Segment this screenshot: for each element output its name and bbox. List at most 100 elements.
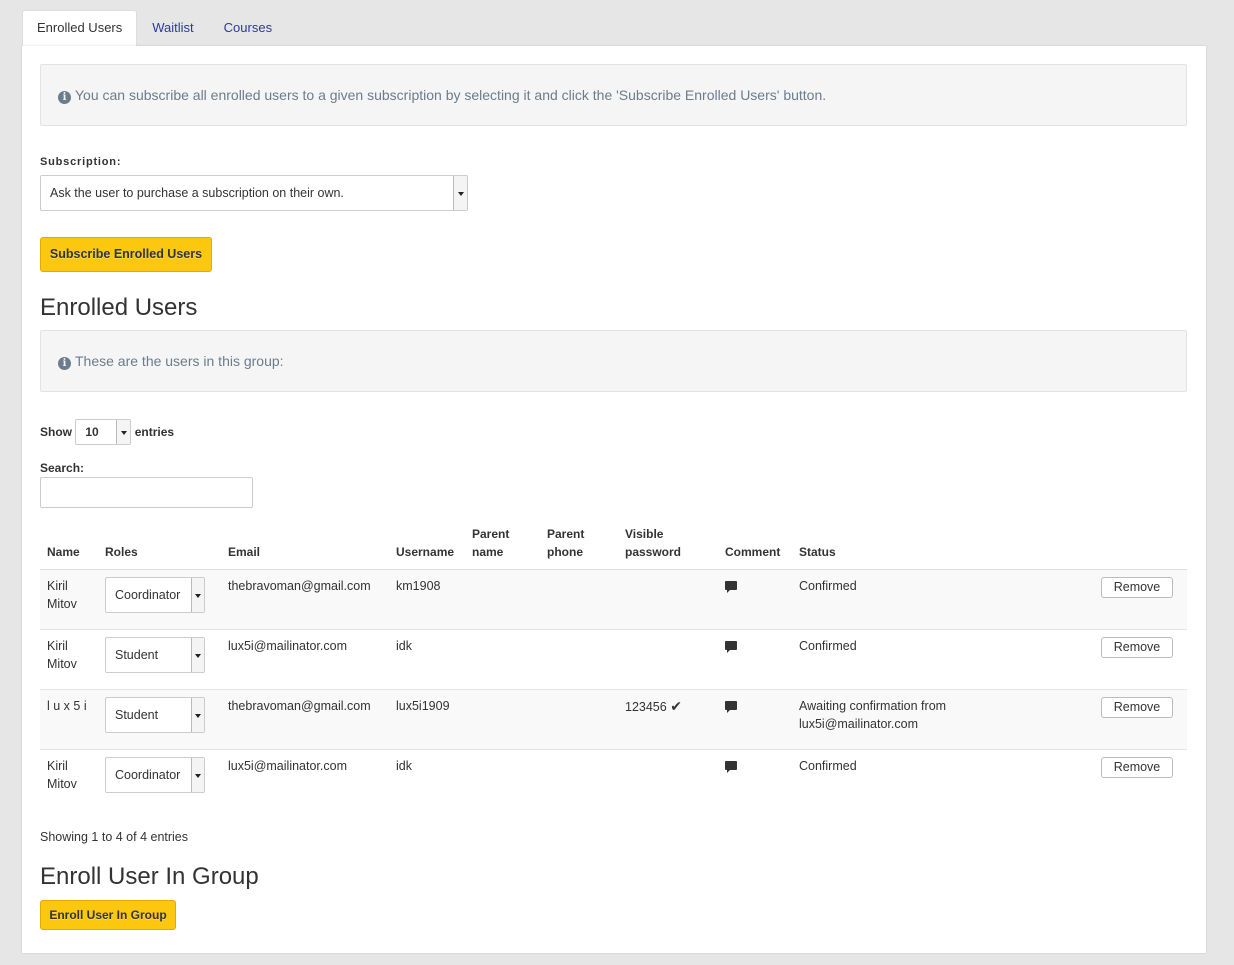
role-select[interactable]: Student bbox=[105, 637, 205, 673]
visible-password-value: 123456 bbox=[625, 700, 667, 714]
cell-username: lux5i1909 bbox=[389, 689, 465, 750]
column-header-actions bbox=[1093, 525, 1187, 570]
tab-waitlist[interactable]: Waitlist bbox=[137, 10, 208, 46]
column-header-name[interactable]: Name bbox=[40, 525, 98, 570]
cell-parent-phone bbox=[540, 749, 618, 810]
table-header-row: Name Roles Email Username Parent name Pa… bbox=[40, 525, 1187, 570]
comment-icon[interactable] bbox=[725, 641, 737, 653]
column-header-parent-phone[interactable]: Parent phone bbox=[540, 525, 618, 570]
table-row: l u x 5 i Student thebravoman@gmail.com … bbox=[40, 689, 1187, 750]
cell-comment bbox=[718, 749, 792, 810]
cell-actions: Remove bbox=[1093, 569, 1187, 630]
cell-parent-name bbox=[465, 569, 540, 630]
search-label: Search: bbox=[40, 461, 85, 475]
cell-status: Confirmed bbox=[792, 629, 1093, 690]
cell-role: Student bbox=[98, 629, 221, 690]
entries-length-control: Show 10 entries bbox=[40, 419, 174, 445]
table-row: Kiril Mitov Student lux5i@mailinator.com… bbox=[40, 629, 1187, 690]
column-header-roles[interactable]: Roles bbox=[98, 525, 221, 570]
enrolled-users-heading: Enrolled Users bbox=[40, 294, 198, 321]
table-row: Kiril Mitov Coordinator lux5i@mailinator… bbox=[40, 749, 1187, 810]
column-header-comment[interactable]: Comment bbox=[718, 525, 792, 570]
column-header-visible-password[interactable]: Visible password bbox=[618, 525, 718, 570]
cell-role: Student bbox=[98, 689, 221, 750]
cell-name: Kiril Mitov bbox=[40, 569, 98, 630]
cell-username: idk bbox=[389, 629, 465, 690]
column-header-parent-name[interactable]: Parent name bbox=[465, 525, 540, 570]
cell-parent-name bbox=[465, 629, 540, 690]
remove-button[interactable]: Remove bbox=[1101, 637, 1173, 658]
chevron-down-icon bbox=[191, 578, 204, 612]
cell-comment bbox=[718, 569, 792, 630]
comment-icon[interactable] bbox=[725, 761, 737, 773]
entries-suffix: entries bbox=[134, 425, 175, 439]
column-header-email[interactable]: Email bbox=[221, 525, 389, 570]
subscription-selected-value: Ask the user to purchase a subscription … bbox=[50, 186, 344, 200]
chevron-down-icon bbox=[191, 638, 204, 672]
tab-bar: Enrolled Users Waitlist Courses bbox=[22, 10, 287, 47]
comment-icon[interactable] bbox=[725, 581, 737, 593]
comment-icon[interactable] bbox=[725, 701, 737, 713]
cell-status: Awaiting confirmation from lux5i@mailina… bbox=[792, 689, 1093, 750]
role-value: Student bbox=[115, 708, 159, 722]
role-select[interactable]: Coordinator bbox=[105, 757, 205, 793]
table-row: Kiril Mitov Coordinator thebravoman@gmai… bbox=[40, 569, 1187, 630]
column-header-status[interactable]: Status bbox=[792, 525, 1093, 570]
cell-comment bbox=[718, 689, 792, 750]
role-value: Student bbox=[115, 648, 159, 662]
enrolled-users-panel: i You can subscribe all enrolled users to… bbox=[22, 46, 1206, 953]
cell-visible-password bbox=[618, 629, 718, 690]
remove-button[interactable]: Remove bbox=[1101, 757, 1173, 778]
subscribe-enrolled-users-button[interactable]: Subscribe Enrolled Users bbox=[40, 237, 212, 272]
role-select[interactable]: Student bbox=[105, 697, 205, 733]
chevron-down-icon bbox=[191, 758, 204, 792]
remove-button[interactable]: Remove bbox=[1101, 697, 1173, 718]
tab-courses[interactable]: Courses bbox=[209, 10, 287, 46]
subscribe-info-box: i You can subscribe all enrolled users to… bbox=[40, 64, 1187, 126]
cell-name: Kiril Mitov bbox=[40, 629, 98, 690]
cell-username: km1908 bbox=[389, 569, 465, 630]
enrolled-users-table: Name Roles Email Username Parent name Pa… bbox=[40, 525, 1187, 810]
chevron-down-icon bbox=[116, 420, 131, 444]
group-info-text: These are the users in this group: bbox=[75, 353, 284, 369]
cell-email: thebravoman@gmail.com bbox=[221, 689, 389, 750]
cell-name: l u x 5 i bbox=[40, 689, 98, 750]
cell-email: lux5i@mailinator.com bbox=[221, 629, 389, 690]
search-input[interactable] bbox=[40, 477, 253, 508]
cell-actions: Remove bbox=[1093, 749, 1187, 810]
cell-actions: Remove bbox=[1093, 689, 1187, 750]
column-header-username[interactable]: Username bbox=[389, 525, 465, 570]
cell-email: lux5i@mailinator.com bbox=[221, 749, 389, 810]
role-select[interactable]: Coordinator bbox=[105, 577, 205, 613]
cell-visible-password bbox=[618, 749, 718, 810]
enroll-user-in-group-button[interactable]: Enroll User In Group bbox=[40, 900, 176, 930]
info-icon: i bbox=[58, 357, 71, 370]
info-icon: i bbox=[58, 91, 71, 104]
entries-value: 10 bbox=[85, 425, 99, 439]
cell-parent-name bbox=[465, 689, 540, 750]
show-label: Show bbox=[40, 425, 72, 439]
subscription-label: Subscription: bbox=[40, 156, 122, 168]
table-info: Showing 1 to 4 of 4 entries bbox=[40, 830, 189, 844]
chevron-down-icon bbox=[453, 176, 467, 210]
remove-button[interactable]: Remove bbox=[1101, 577, 1173, 598]
cell-email: thebravoman@gmail.com bbox=[221, 569, 389, 630]
subscription-select[interactable]: Ask the user to purchase a subscription … bbox=[40, 175, 468, 211]
cell-visible-password bbox=[618, 569, 718, 630]
cell-parent-name bbox=[465, 749, 540, 810]
cell-username: idk bbox=[389, 749, 465, 810]
cell-parent-phone bbox=[540, 569, 618, 630]
cell-visible-password: 123456 ✔ bbox=[618, 689, 718, 750]
cell-role: Coordinator bbox=[98, 569, 221, 630]
cell-status: Confirmed bbox=[792, 749, 1093, 810]
tab-enrolled-users[interactable]: Enrolled Users bbox=[22, 10, 138, 47]
cell-parent-phone bbox=[540, 689, 618, 750]
entries-select[interactable]: 10 bbox=[75, 419, 132, 445]
cell-parent-phone bbox=[540, 629, 618, 690]
chevron-down-icon bbox=[191, 698, 204, 732]
cell-name: Kiril Mitov bbox=[40, 749, 98, 810]
checkmark-icon: ✔ bbox=[670, 698, 682, 714]
cell-actions: Remove bbox=[1093, 629, 1187, 690]
role-value: Coordinator bbox=[115, 588, 181, 602]
subscribe-info-text: You can subscribe all enrolled users to … bbox=[75, 87, 827, 103]
